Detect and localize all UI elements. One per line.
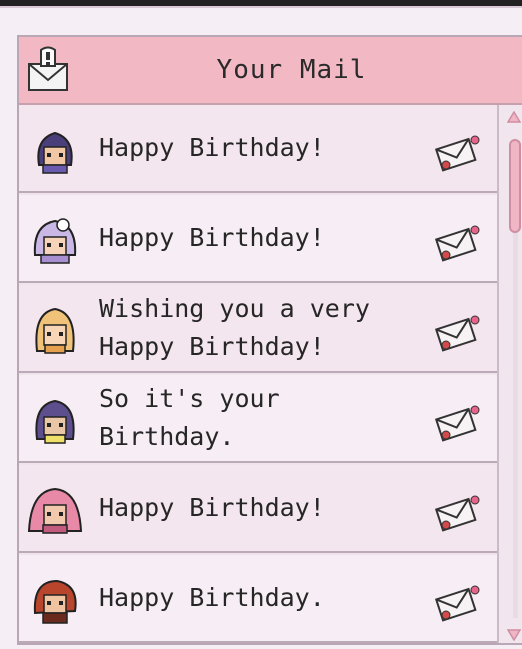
mail-scrollbar[interactable] — [497, 105, 522, 643]
mail-row[interactable]: Happy Birthday! — [19, 465, 497, 553]
scroll-down-arrow-icon[interactable] — [507, 629, 521, 641]
mail-subject: Happy Birthday! — [99, 133, 325, 162]
mail-alert-icon — [28, 46, 68, 91]
mail-row[interactable]: Happy Birthday. — [19, 555, 497, 643]
unread-mail-icon — [434, 225, 480, 262]
mail-panel: Your Mail Happy Birthday! Happy Birthday… — [17, 35, 522, 645]
sender-avatar-icon — [37, 131, 73, 174]
unread-mail-icon — [434, 405, 480, 442]
mail-subject: Wishing you a very Happy Birthday! — [99, 294, 370, 361]
mail-list: Happy Birthday! Happy Birthday! Wishing … — [19, 105, 497, 643]
mail-subject: Happy Birthday! — [99, 493, 325, 522]
mail-row[interactable]: Happy Birthday! — [19, 195, 497, 283]
mail-subject: Happy Birthday. — [99, 583, 325, 612]
scrollbar-track[interactable] — [513, 233, 518, 618]
mail-title: Your Mail — [216, 55, 367, 85]
sender-avatar-icon — [33, 579, 77, 624]
scrollbar-thumb[interactable] — [509, 139, 521, 233]
mail-header: Your Mail — [19, 37, 522, 105]
unread-mail-icon — [434, 315, 480, 352]
scroll-up-arrow-icon[interactable] — [507, 111, 521, 123]
mail-subject: So it's your Birthday. — [99, 384, 280, 451]
mail-row[interactable]: So it's your Birthday. — [19, 375, 497, 463]
mail-subject: Happy Birthday! — [99, 223, 325, 252]
sender-avatar-icon — [35, 399, 75, 444]
mail-row[interactable]: Wishing you a very Happy Birthday! — [19, 285, 497, 373]
unread-mail-icon — [434, 495, 480, 532]
unread-mail-icon — [434, 135, 480, 172]
sender-avatar-icon — [35, 307, 75, 354]
sender-avatar-icon — [33, 218, 77, 264]
mail-window: Your Mail Happy Birthday! Happy Birthday… — [0, 6, 522, 649]
unread-mail-icon — [434, 585, 480, 622]
mail-row[interactable]: Happy Birthday! — [19, 105, 497, 193]
sender-avatar-icon — [27, 487, 83, 534]
